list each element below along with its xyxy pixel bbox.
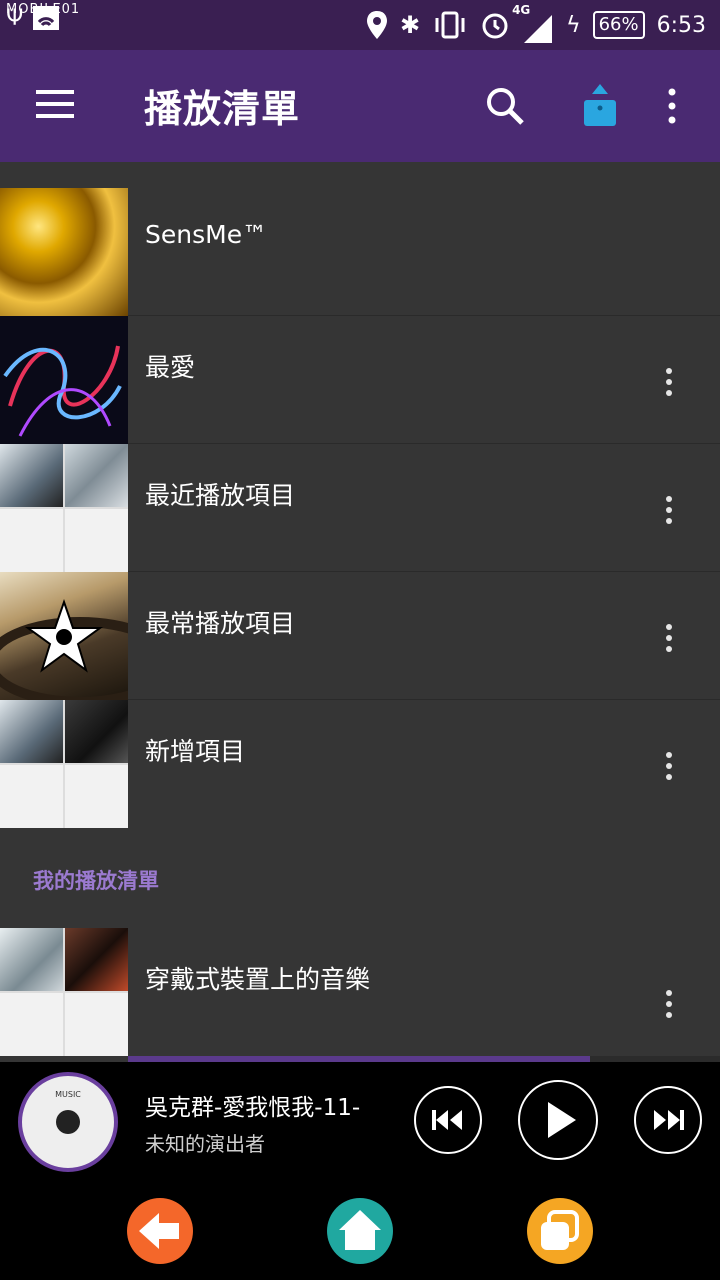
clock: 6:53 [656, 12, 706, 38]
row-overflow-icon[interactable] [658, 986, 678, 1022]
status-bar: Ψ MOBILE01 ✱ 4G ϟ 66% 6:53 [0, 0, 720, 50]
row-overflow-icon[interactable] [658, 364, 678, 400]
location-icon [366, 11, 387, 39]
alarm-icon [482, 13, 508, 39]
track-title: 吳克群-愛我恨我-11- [145, 1095, 361, 1121]
battery-indicator: 66% [592, 11, 645, 39]
row-overflow-icon[interactable] [658, 748, 678, 784]
next-button[interactable] [634, 1086, 702, 1154]
play-button[interactable] [518, 1080, 598, 1160]
artist-name: 未知的演出者 [145, 1132, 265, 1156]
share-icon[interactable] [580, 78, 620, 134]
playlist-item-recent[interactable]: 最近播放項目 [0, 444, 720, 572]
favorites-thumbnail [0, 316, 128, 444]
brand-watermark: MOBILE01 [6, 2, 81, 17]
overflow-menu-icon[interactable] [664, 78, 680, 134]
previous-button[interactable] [414, 1086, 482, 1154]
page-title: 播放清單 [144, 87, 301, 131]
system-nav-bar [0, 1176, 720, 1280]
album-art-disc[interactable]: MUSIC [18, 1072, 118, 1172]
playlist-item-most-played[interactable]: 最常播放項目 [0, 572, 720, 700]
recent-thumbnail [0, 444, 128, 572]
playlist-item-new[interactable]: 新增項目 [0, 700, 720, 828]
now-playing-bar[interactable]: MUSIC 吳克群-愛我恨我-11- 未知的演出者 [0, 1062, 720, 1176]
next-icon [654, 1110, 684, 1130]
sensme-thumbnail [0, 188, 128, 316]
vibrate-icon [435, 11, 465, 39]
previous-icon [432, 1110, 462, 1130]
play-icon [548, 1102, 576, 1138]
playlist-list: SensMe™ 最愛 最近播放項目 最常播放項目 新增項目 穿戴式裝置上的音樂 [0, 162, 720, 1058]
app-bar: 播放清單 [0, 50, 720, 162]
wearable-thumbnail [0, 928, 128, 1056]
playlist-item-wearable[interactable]: 穿戴式裝置上的音樂 [0, 928, 720, 1056]
charging-icon: ϟ [566, 12, 581, 38]
bluetooth-icon: ✱ [399, 11, 421, 39]
new-items-thumbnail [0, 700, 128, 828]
search-icon[interactable] [484, 78, 526, 134]
menu-button[interactable] [36, 90, 76, 120]
most-played-thumbnail [0, 572, 128, 700]
home-icon [339, 1210, 381, 1250]
recent-apps-button[interactable] [527, 1198, 593, 1264]
playlist-item-sensme[interactable]: SensMe™ [0, 188, 720, 316]
home-button[interactable] [327, 1198, 393, 1264]
row-overflow-icon[interactable] [658, 620, 678, 656]
back-button[interactable] [127, 1198, 193, 1264]
section-header-my-playlists: 我的播放清單 [33, 869, 159, 893]
playlist-item-favorites[interactable]: 最愛 [0, 316, 720, 444]
back-arrow-icon [139, 1213, 179, 1249]
row-overflow-icon[interactable] [658, 492, 678, 528]
signal-icon: 4G [512, 3, 554, 45]
recent-apps-icon [541, 1210, 579, 1250]
